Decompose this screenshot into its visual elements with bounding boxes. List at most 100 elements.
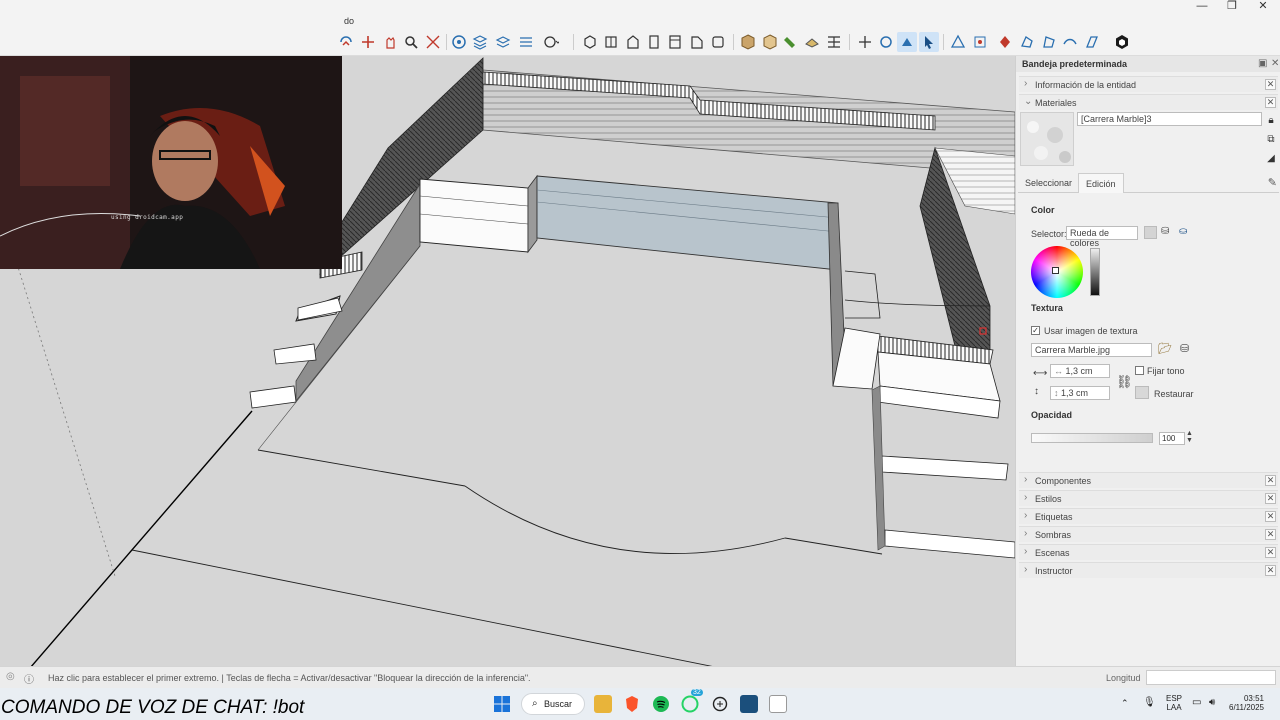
group-icon[interactable] <box>760 32 780 52</box>
create-material-icon[interactable]: ⧉ <box>1265 134 1277 146</box>
use-texture-checkbox[interactable]: ✓ <box>1031 326 1040 335</box>
front-view-icon[interactable] <box>623 32 643 52</box>
extension-a-icon[interactable] <box>948 32 968 52</box>
tray-close-icon[interactable]: ✕ <box>1271 58 1279 69</box>
close-button[interactable]: ✕ <box>1247 0 1279 14</box>
section-instructor[interactable]: › Instructor ✕ <box>1019 562 1278 578</box>
right-view-icon[interactable] <box>644 32 664 52</box>
maximize-button[interactable]: ❐ <box>1216 0 1248 14</box>
section-plane-icon[interactable] <box>449 32 469 52</box>
chain-link-icon[interactable]: ⛓ <box>1116 374 1133 390</box>
menu-fragment[interactable]: do <box>344 16 354 26</box>
orbit-icon[interactable] <box>336 32 356 52</box>
chatgpt-icon[interactable] <box>711 695 729 713</box>
close-icon[interactable]: ✕ <box>1265 475 1276 486</box>
section-scenes[interactable]: › Escenas ✕ <box>1019 544 1278 560</box>
material-swatch[interactable] <box>1020 112 1074 166</box>
rotate-icon[interactable] <box>876 32 896 52</box>
texture-width-field[interactable]: ↔ 1,3 cm <box>1050 364 1110 378</box>
section-entity-info[interactable]: › Información de la entidad ✕ <box>1019 76 1278 92</box>
iso-view-icon[interactable] <box>580 32 600 52</box>
extension-g-icon[interactable] <box>1082 32 1102 52</box>
browse-folder-icon[interactable]: 📂︎ <box>1158 342 1172 355</box>
windows-start-icon[interactable] <box>493 695 511 713</box>
lock-icon[interactable]: 🔒︎ <box>1265 115 1277 127</box>
measurements-input[interactable] <box>1146 670 1276 685</box>
color-preview-swatch[interactable] <box>1144 226 1157 239</box>
extension-d-icon[interactable] <box>1017 32 1037 52</box>
zoom-extents-icon[interactable] <box>423 32 443 52</box>
section-materials[interactable]: ⌄ Materiales ✕ <box>1019 94 1278 110</box>
style-dropdown-icon[interactable] <box>541 32 561 52</box>
close-icon[interactable]: ✕ <box>1265 529 1276 540</box>
file-explorer-icon[interactable] <box>594 695 612 713</box>
stack-icon[interactable] <box>493 32 513 52</box>
tape-measure-icon[interactable] <box>802 32 822 52</box>
whatsapp-icon[interactable]: 32 <box>681 689 703 713</box>
move-icon[interactable] <box>855 32 875 52</box>
paint-bucket-icon[interactable] <box>781 32 801 52</box>
hand-icon[interactable] <box>380 32 400 52</box>
pan-icon[interactable] <box>358 32 378 52</box>
warehouse-cube-icon[interactable] <box>1112 32 1132 52</box>
pin-icon[interactable]: ▣ <box>1258 58 1267 69</box>
close-icon[interactable]: ✕ <box>1265 565 1276 576</box>
clock[interactable]: 03:51 6/11/2025 <box>1229 694 1264 712</box>
restore-label[interactable]: Restaurar <box>1154 389 1194 399</box>
match-screen-icon[interactable]: ⛀ <box>1179 226 1187 237</box>
section-tags[interactable]: › Etiquetas ✕ <box>1019 508 1278 524</box>
close-icon[interactable]: ✕ <box>1265 547 1276 558</box>
match-model-icon[interactable]: ⛁ <box>1161 226 1169 237</box>
color-wheel-pointer[interactable] <box>1052 267 1059 274</box>
section-components[interactable]: › Componentes ✕ <box>1019 472 1278 488</box>
bottom-view-icon[interactable] <box>708 32 728 52</box>
material-name-field[interactable]: [Carrera Marble]3 <box>1077 112 1262 126</box>
tab-select[interactable]: Seleccionar <box>1018 173 1079 193</box>
sketchup-icon[interactable] <box>740 695 758 713</box>
texture-file-field[interactable]: Carrera Marble.jpg <box>1031 343 1152 357</box>
layers-icon[interactable] <box>470 32 490 52</box>
texture-height-field[interactable]: ↕ 1,3 cm <box>1050 386 1110 400</box>
back-view-icon[interactable] <box>665 32 685 52</box>
component-icon[interactable] <box>738 32 758 52</box>
brightness-slider[interactable] <box>1090 248 1100 296</box>
select-icon[interactable] <box>919 32 939 52</box>
zoom-icon[interactable] <box>401 32 421 52</box>
volume-icon[interactable]: 🔊︎ <box>1209 697 1215 708</box>
color-selector-dropdown[interactable]: Rueda de colores <box>1066 226 1138 248</box>
spotify-icon[interactable] <box>652 695 670 713</box>
close-icon[interactable]: ✕ <box>1265 79 1276 90</box>
microphone-icon[interactable]: 🎙︎ <box>1143 697 1156 708</box>
opacity-value-field[interactable]: 100 <box>1159 432 1185 445</box>
restore-swatch[interactable] <box>1135 386 1149 399</box>
opacity-stepper-icon[interactable]: ▲ ▼ <box>1186 430 1193 444</box>
language-indicator[interactable]: ESP LAA <box>1166 694 1182 712</box>
chevron-up-icon[interactable]: ⌃ <box>1121 698 1129 709</box>
extension-b-icon[interactable] <box>970 32 990 52</box>
dimension-icon[interactable] <box>824 32 844 52</box>
tab-edit[interactable]: Edición <box>1078 173 1124 193</box>
taskbar-search[interactable]: ⌕ Buscar <box>521 693 585 715</box>
section-styles[interactable]: › Estilos ✕ <box>1019 490 1278 506</box>
close-icon[interactable]: ✕ <box>1265 97 1276 108</box>
close-icon[interactable]: ✕ <box>1265 511 1276 522</box>
xray-icon[interactable] <box>516 32 536 52</box>
document-app-icon[interactable] <box>769 695 787 713</box>
extension-f-icon[interactable] <box>1060 32 1080 52</box>
edit-texture-icon[interactable]: ⛁ <box>1180 342 1189 355</box>
brave-browser-icon[interactable] <box>623 695 641 713</box>
fix-tone-checkbox[interactable] <box>1135 366 1144 375</box>
close-icon[interactable]: ✕ <box>1265 493 1276 504</box>
opacity-slider[interactable] <box>1031 433 1153 443</box>
network-icon[interactable]: ▭ <box>1192 697 1201 708</box>
section-shadows[interactable]: › Sombras ✕ <box>1019 526 1278 542</box>
extension-c-icon[interactable] <box>995 32 1015 52</box>
geolocation-icon[interactable]: ◎ <box>6 671 15 682</box>
axes-icon[interactable] <box>897 32 917 52</box>
resize-icon[interactable]: ◢ <box>1265 153 1277 165</box>
info-icon[interactable]: ⓘ <box>24 671 34 686</box>
minimize-button[interactable]: — <box>1186 0 1218 14</box>
left-view-icon[interactable] <box>687 32 707 52</box>
modeling-viewport[interactable]: using droidcam.app <box>0 56 1015 666</box>
top-view-icon[interactable] <box>601 32 621 52</box>
